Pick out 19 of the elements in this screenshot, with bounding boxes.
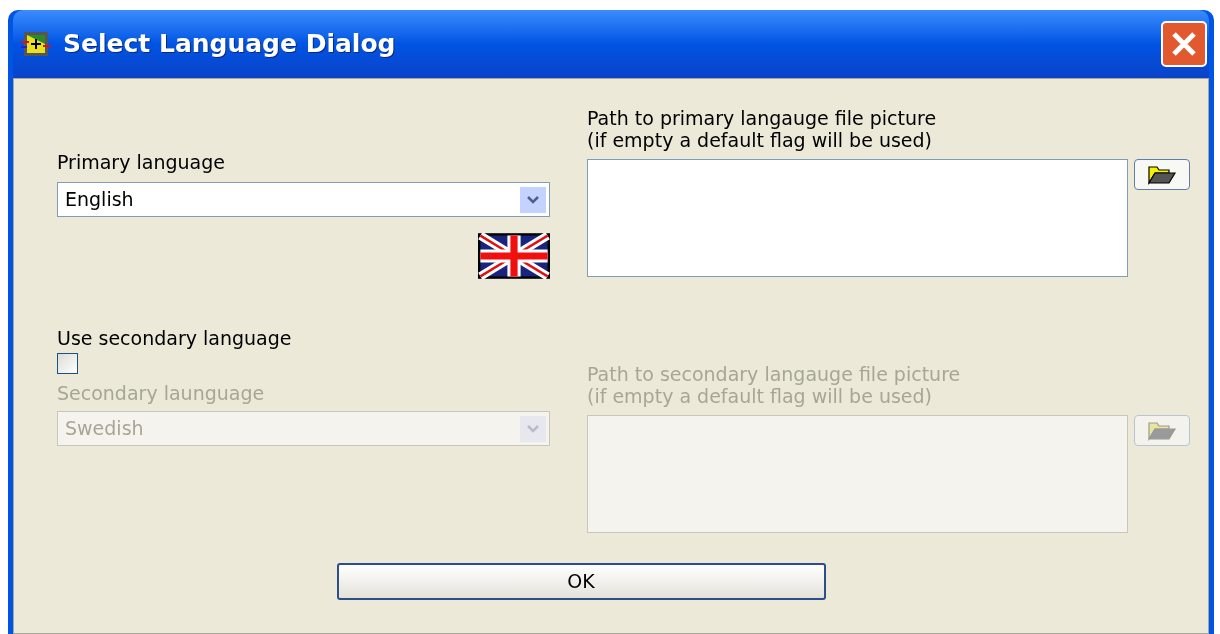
ok-button[interactable]: OK [336,563,826,600]
language-dropdown[interactable]: English [57,182,550,217]
browse-button[interactable] [1134,159,1190,190]
field-hint: (if empty a default flag will be used) [587,385,933,407]
picture-path-field[interactable] [587,159,1128,277]
checkbox[interactable] [57,353,78,374]
flag-icon [478,233,550,279]
window-title: Select Language Dialog [63,28,396,61]
close-button[interactable] [1161,21,1207,67]
folder-icon [1147,420,1177,441]
close-icon [1170,30,1198,58]
field-label: Secondary launguage [57,382,266,404]
field-label: Primary language [57,151,226,173]
field-hint: (if empty a default flag will be used) [587,129,933,151]
field-label: Path to secondary langauge file picture [587,363,962,385]
app-icon [21,29,51,59]
folder-icon [1147,164,1177,185]
checkbox-label: Use secondary language [57,327,293,349]
field-label: Path to primary langauge file picture [587,107,938,129]
